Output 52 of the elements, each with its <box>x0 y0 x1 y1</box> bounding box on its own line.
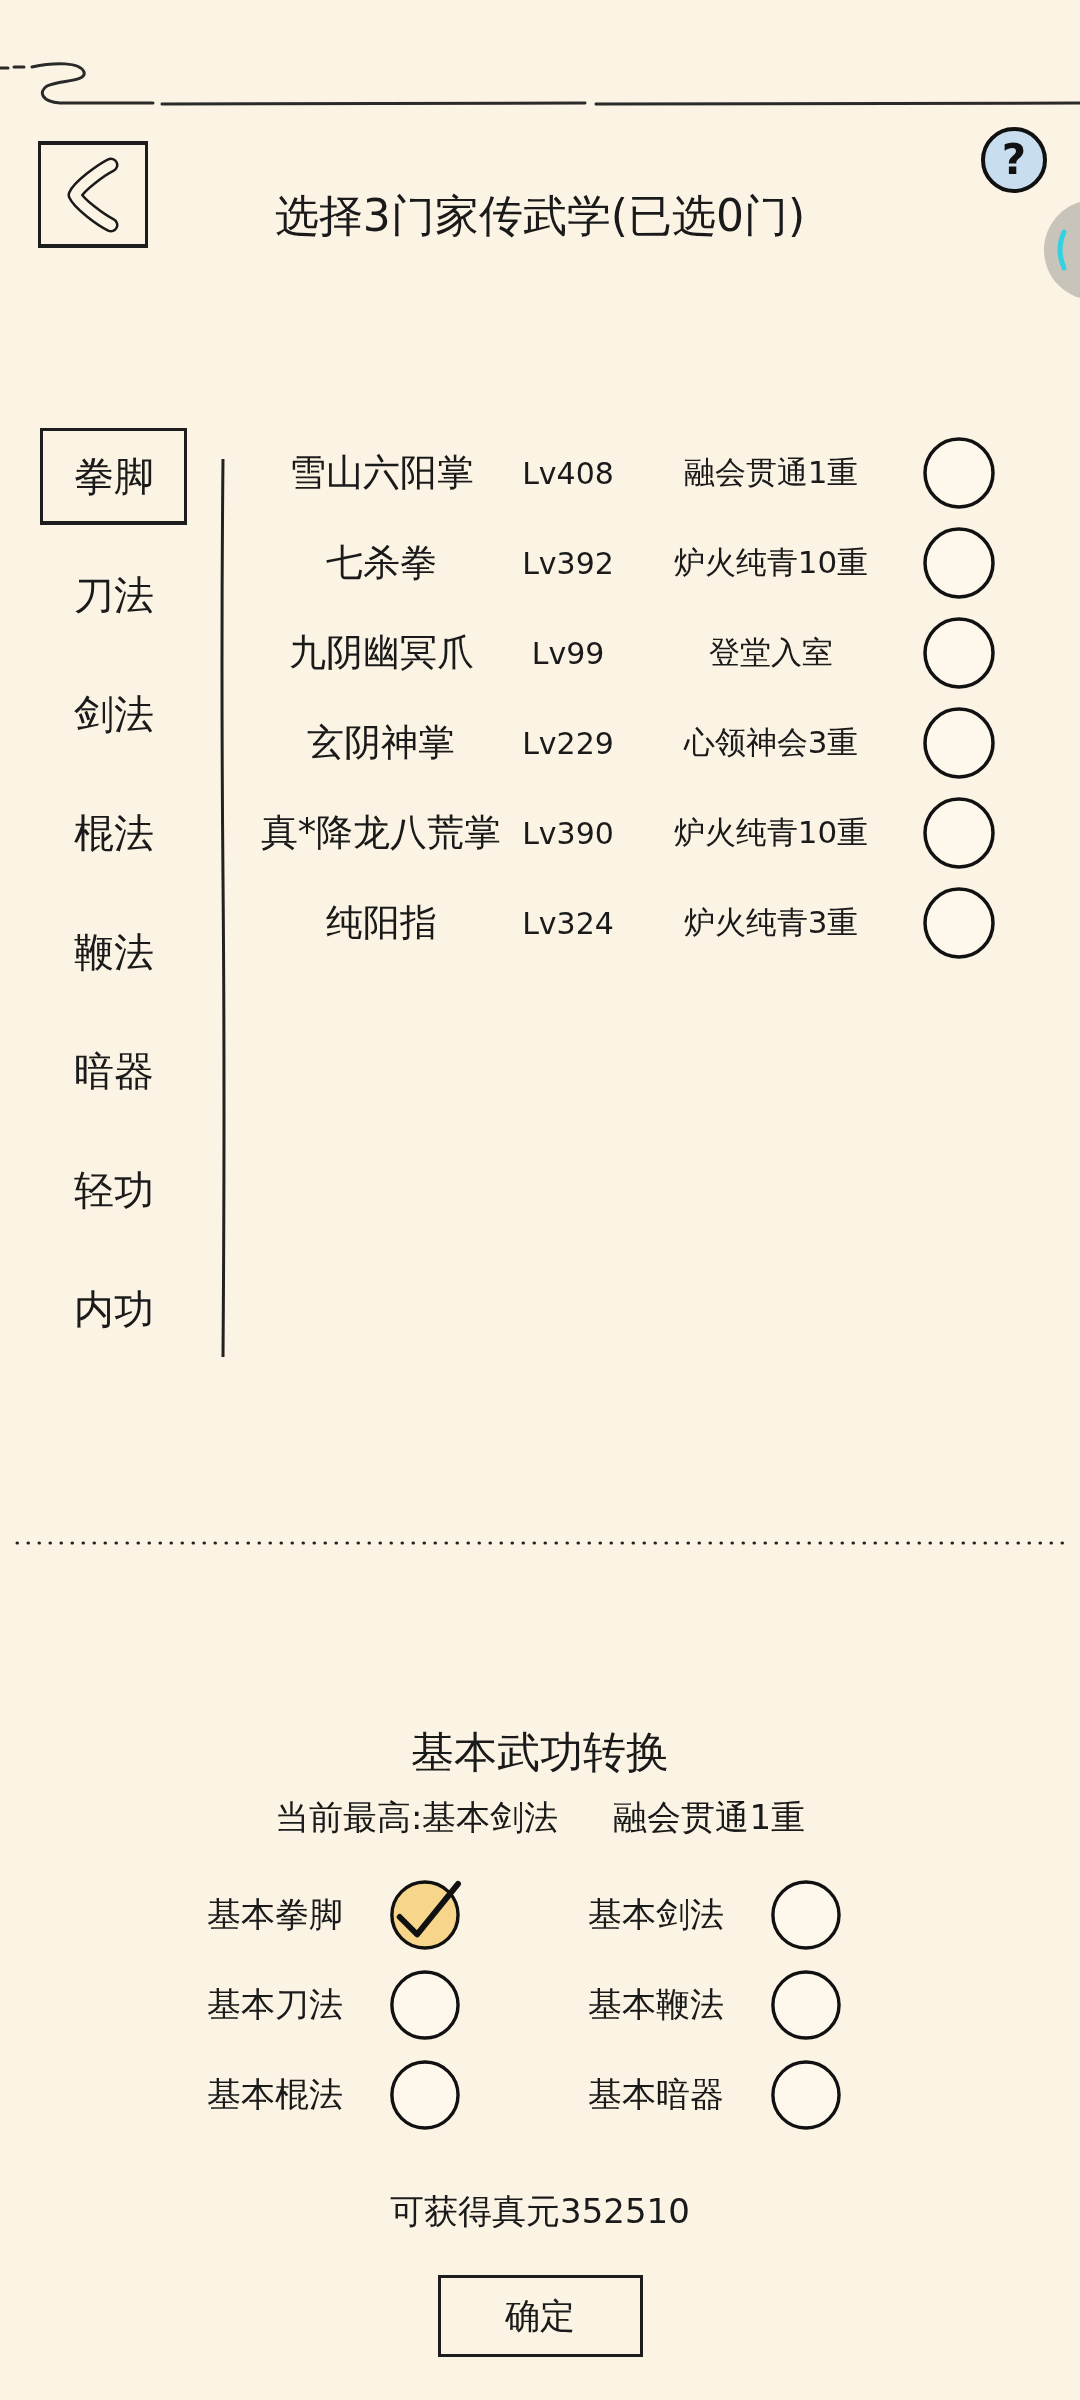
skill-stage: 炉火纯青3重 <box>683 903 859 942</box>
skill-stage: 心领神会3重 <box>683 723 859 762</box>
category-tab[interactable]: 剑法 <box>40 666 187 763</box>
skill-radio[interactable] <box>921 705 997 781</box>
skill-stage: 炉火纯青10重 <box>673 543 869 582</box>
category-tab[interactable]: 暗器 <box>40 1023 187 1120</box>
option-label: 基本剑法 <box>588 1893 725 1936</box>
option-label: 基本鞭法 <box>588 1983 725 2026</box>
category-tab[interactable]: 刀法 <box>40 547 187 644</box>
skill-name: 九阴幽冥爪 <box>288 630 474 676</box>
confirm-button[interactable]: 确定 <box>437 2275 643 2357</box>
skill-level: Lv229 <box>522 725 614 761</box>
option-checkbox[interactable] <box>388 1877 462 1953</box>
skill-name: 七杀拳 <box>325 540 437 586</box>
help-button[interactable]: ? <box>981 127 1047 193</box>
skill-level: Lv99 <box>531 635 605 671</box>
skill-radio[interactable] <box>921 795 997 871</box>
option-label: 基本暗器 <box>588 2073 725 2116</box>
skill-level: Lv408 <box>522 455 614 491</box>
skill-stage: 融会贯通1重 <box>683 453 859 492</box>
skill-level: Lv390 <box>522 815 614 851</box>
skill-name: 纯阳指 <box>325 900 437 946</box>
skill-radio[interactable] <box>921 615 997 691</box>
skill-stage: 登堂入室 <box>709 633 833 672</box>
skill-name: 真*降龙八荒掌 <box>260 810 502 856</box>
category-tab[interactable]: 棍法 <box>40 785 187 882</box>
category-tab[interactable]: 内功 <box>40 1261 187 1358</box>
option-checkbox[interactable] <box>769 2057 843 2133</box>
option-label: 基本刀法 <box>207 1983 344 2026</box>
option-checkbox[interactable] <box>388 2057 462 2133</box>
current-best-label: 当前最高:基本剑法 <box>274 1796 559 1838</box>
category-tab[interactable]: 轻功 <box>40 1142 187 1239</box>
reward-text: 可获得真元352510 <box>390 2191 690 2232</box>
page-title: 选择3门家传武学(已选0门) <box>274 189 806 243</box>
category-tab[interactable]: 鞭法 <box>40 904 187 1001</box>
option-checkbox[interactable] <box>388 1967 462 2043</box>
section-title: 基本武功转换 <box>411 1726 669 1779</box>
skill-name: 玄阴神掌 <box>307 720 455 766</box>
skill-radio[interactable] <box>921 525 997 601</box>
current-stage-label: 融会贯通1重 <box>613 1796 806 1838</box>
skill-stage: 炉火纯青10重 <box>673 813 869 852</box>
option-label: 基本棍法 <box>207 2073 344 2116</box>
category-tab[interactable]: 拳脚 <box>40 428 187 525</box>
option-checkbox[interactable] <box>769 1877 843 1953</box>
option-checkbox[interactable] <box>769 1967 843 2043</box>
skill-name: 雪山六阳掌 <box>288 450 474 496</box>
back-button[interactable] <box>38 141 148 248</box>
skill-radio[interactable] <box>921 435 997 511</box>
skill-radio[interactable] <box>921 885 997 961</box>
skill-level: Lv392 <box>522 545 614 581</box>
option-label: 基本拳脚 <box>207 1893 344 1936</box>
skill-level: Lv324 <box>522 905 614 941</box>
